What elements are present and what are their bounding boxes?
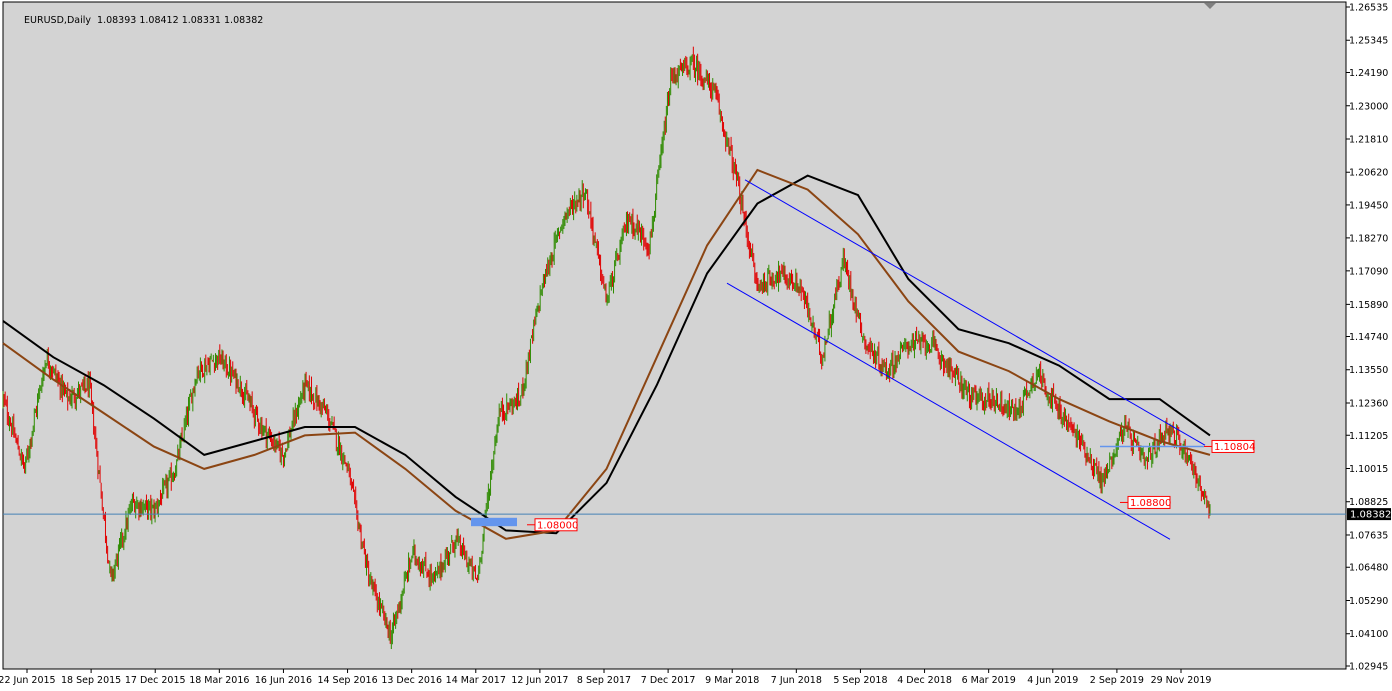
price-tick-label: 1.14740	[1349, 332, 1388, 343]
time-tick-label: 22 Jun 2015	[0, 675, 56, 686]
price-tick-label: 1.10015	[1349, 464, 1388, 475]
time-tick-label: 14 Mar 2017	[446, 675, 506, 686]
price-tick-label: 1.13550	[1349, 365, 1388, 376]
time-tick-label: 6 Mar 2019	[962, 675, 1016, 686]
ohlc-low: 1.08331	[181, 15, 221, 26]
time-tick-label: 18 Mar 2016	[189, 675, 249, 686]
time-tick-label: 4 Jun 2019	[1027, 675, 1078, 686]
time-tick-label: 7 Dec 2017	[641, 675, 696, 686]
price-tick-label: 1.07635	[1349, 530, 1388, 541]
time-tick-label: 16 Jun 2016	[255, 675, 312, 686]
ohlc-high: 1.08412	[139, 15, 179, 26]
ohlc-close: 1.08382	[224, 15, 264, 26]
price-tick-label: 1.17090	[1349, 266, 1388, 277]
chart-title: EURUSD,Daily 1.08393 1.08412 1.08331 1.0…	[24, 15, 264, 26]
price-tick-label: 1.08825	[1349, 497, 1388, 508]
price-tick-label: 1.23000	[1349, 101, 1388, 112]
annotation-label: 1.10804	[1214, 442, 1255, 453]
time-tick-label: 2 Sep 2019	[1090, 675, 1144, 686]
price-tick-label: 1.26535	[1349, 3, 1388, 14]
time-tick-label: 7 Jun 2018	[771, 675, 822, 686]
price-tick-label: 1.12360	[1349, 398, 1388, 409]
current-price-tag: 1.08382	[1350, 510, 1391, 521]
timeframe-label: Daily	[66, 15, 91, 26]
time-tick-label: 29 Nov 2019	[1151, 675, 1212, 686]
price-tick-label: 1.25345	[1349, 36, 1388, 47]
time-tick-label: 18 Sep 2015	[61, 675, 121, 686]
time-tick-label: 9 Mar 2018	[705, 675, 759, 686]
support-zone	[471, 517, 517, 527]
price-tick-label: 1.19450	[1349, 200, 1388, 211]
time-tick-label: 14 Sep 2016	[317, 675, 377, 686]
price-axis: 1.26535 1.25345 1.24190 1.23000 1.21810 1.206…	[1346, 3, 1388, 673]
price-chart: 1.08382 1.08000 1.08800 1.10804 1.26535 1.25…	[0, 1, 1391, 686]
price-tick-label: 1.06480	[1349, 563, 1388, 574]
plot-area	[2, 1, 1347, 670]
price-tick-label: 1.24190	[1349, 68, 1388, 79]
time-tick-label: 5 Sep 2018	[833, 675, 887, 686]
price-tick-label: 1.18270	[1349, 233, 1388, 244]
ohlc-open: 1.08393	[97, 15, 137, 26]
time-tick-label: 8 Sep 2017	[577, 675, 631, 686]
time-tick-label: 4 Dec 2018	[897, 675, 952, 686]
price-tick-label: 1.20620	[1349, 168, 1388, 179]
time-tick-label: 13 Dec 2016	[381, 675, 442, 686]
price-tick-label: 1.02945	[1349, 662, 1388, 673]
price-tick-label: 1.05290	[1349, 596, 1388, 607]
time-tick-label: 12 Jun 2017	[511, 675, 568, 686]
symbol-label: EURUSD	[24, 15, 64, 26]
price-tick-label: 1.04100	[1349, 629, 1388, 640]
annotation-label: 1.08000	[537, 520, 578, 531]
price-tick-label: 1.21810	[1349, 134, 1388, 145]
price-tick-label: 1.15890	[1349, 300, 1388, 311]
annotation-label: 1.08800	[1130, 498, 1171, 509]
price-tick-label: 1.11205	[1349, 431, 1388, 442]
time-axis: 22 Jun 2015 18 Sep 2015 17 Dec 2015 18 Mar …	[0, 669, 1211, 686]
time-tick-label: 17 Dec 2015	[125, 675, 186, 686]
